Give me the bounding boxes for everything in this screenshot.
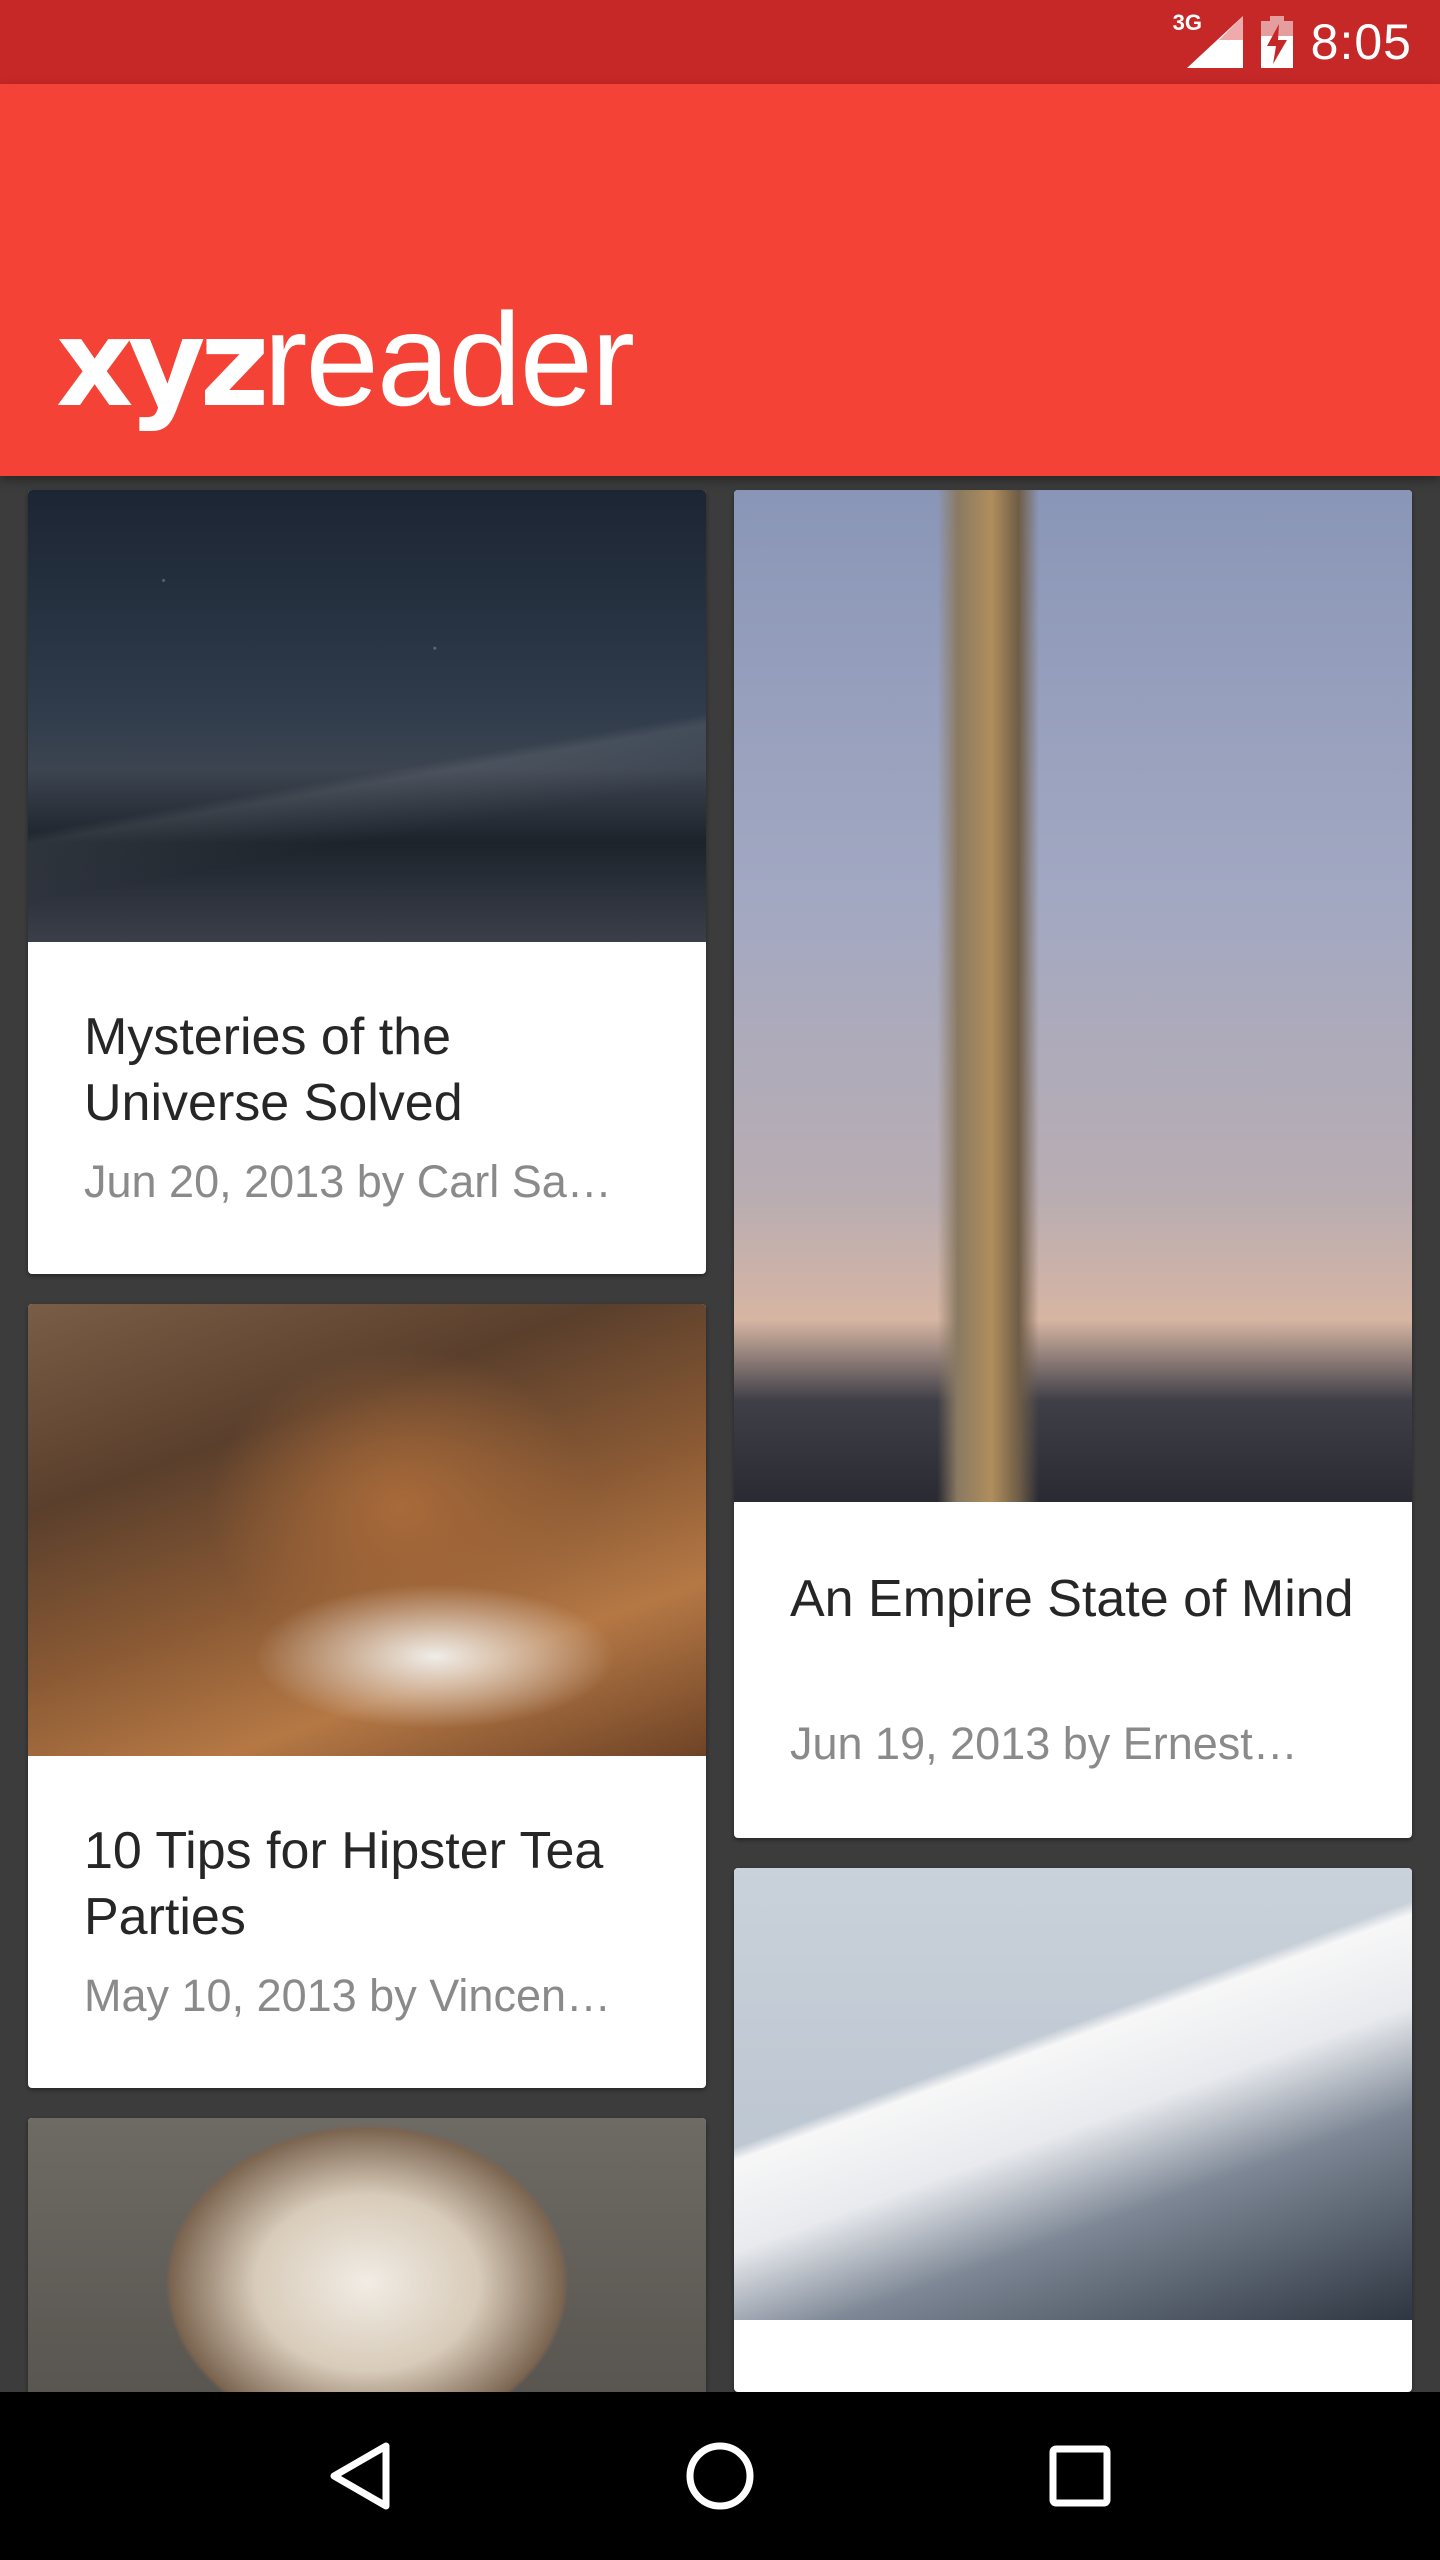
- recents-button[interactable]: [1032, 2428, 1128, 2524]
- back-icon: [330, 2442, 390, 2510]
- logo-bold-text: xyz: [56, 295, 269, 434]
- status-bar: 3G 8:05: [0, 0, 1440, 84]
- signal-icon: 3G: [1173, 10, 1243, 68]
- article-meta: May 10, 2013 by Vincen…: [84, 1970, 611, 2021]
- article-thumbnail-image: [734, 490, 1412, 1502]
- article-title: An Empire State of Mind: [790, 1570, 1354, 1628]
- article-title: Mysteries of the Universe Solved: [84, 1008, 463, 1132]
- article-thumbnail-image: [28, 490, 706, 942]
- article-card[interactable]: [734, 1868, 1412, 2392]
- recents-icon: [1049, 2445, 1111, 2507]
- status-time: 8:05: [1310, 14, 1412, 70]
- home-button[interactable]: [672, 2428, 768, 2524]
- back-button[interactable]: [312, 2428, 408, 2524]
- network-type-label: 3G: [1172, 10, 1203, 35]
- navigation-bar: [0, 2392, 1440, 2560]
- article-meta: Jun 19, 2013 by Ernest…: [790, 1718, 1298, 1769]
- article-thumbnail-image: [734, 1868, 1412, 2320]
- status-icons: 3G 8:05: [1173, 0, 1412, 84]
- home-icon: [686, 2442, 754, 2510]
- article-card[interactable]: [28, 2118, 706, 2392]
- battery-icon: [1260, 16, 1293, 68]
- article-card[interactable]: Mysteries of the Universe Solved Jun 20,…: [28, 490, 706, 1274]
- logo-light-text: reader: [263, 286, 635, 433]
- article-card[interactable]: 10 Tips for Hipster Tea Parties May 10, …: [28, 1304, 706, 2088]
- app-screen: 3G 8:05 xyzreader Mysteries of the Unive…: [0, 0, 1440, 2560]
- app-bar: xyzreader: [0, 84, 1440, 476]
- article-card[interactable]: An Empire State of Mind Jun 19, 2013 by …: [734, 490, 1412, 1838]
- article-title: 10 Tips for Hipster Tea Parties: [84, 1822, 604, 1946]
- article-thumbnail-image: [28, 1304, 706, 1756]
- article-thumbnail-image: [28, 2118, 706, 2392]
- app-logo: xyzreader: [56, 294, 635, 426]
- article-meta: Jun 20, 2013 by Carl Sa…: [84, 1156, 612, 1207]
